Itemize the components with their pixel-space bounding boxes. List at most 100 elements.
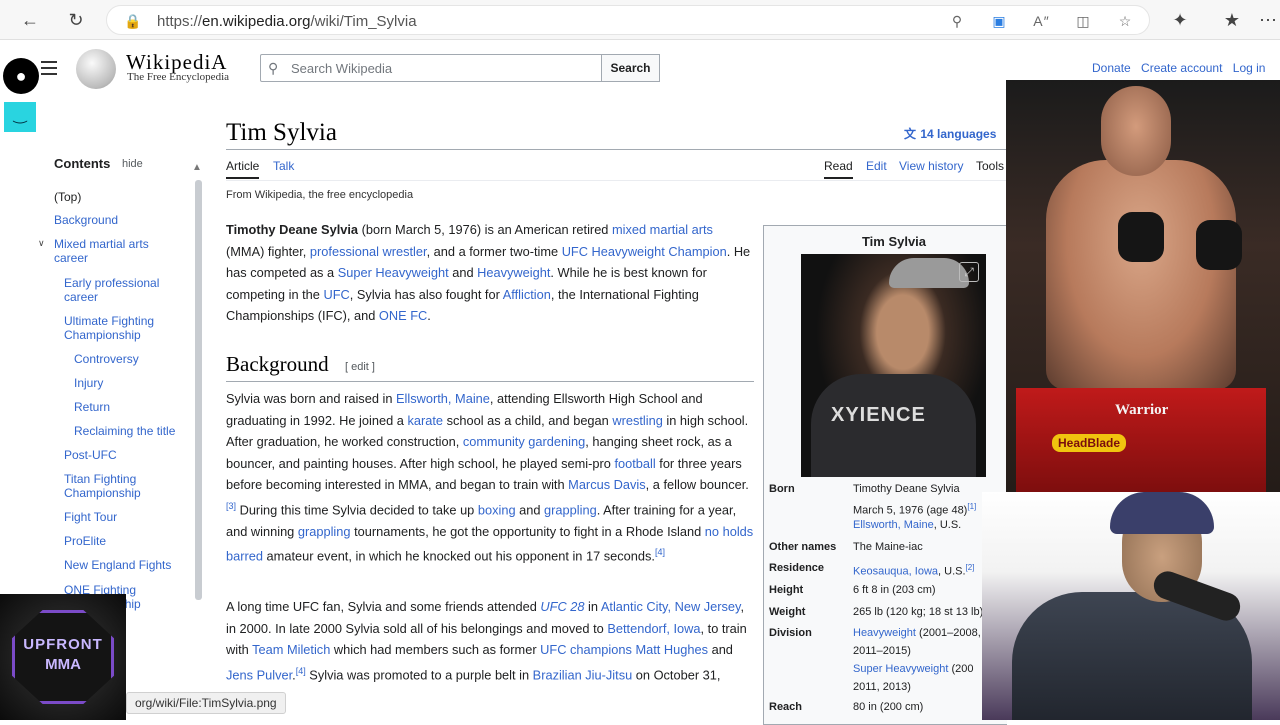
back-icon[interactable]: ←	[18, 8, 42, 32]
hoodie-print: XYIENCE	[831, 404, 926, 426]
tools-menu[interactable]: Tools	[976, 159, 1004, 173]
link[interactable]: Super Heavyweight	[338, 265, 449, 280]
toc-item[interactable]: Return	[74, 400, 110, 414]
toc-item[interactable]: Injury	[74, 376, 103, 390]
link[interactable]: UFC 28	[540, 599, 584, 614]
cap-shape	[889, 258, 969, 288]
lightbulb-icon: ●	[3, 58, 39, 94]
toc-item[interactable]: New England Fights	[64, 558, 171, 572]
toc-item[interactable]: Post-UFC	[64, 448, 117, 462]
other-names-label: Other names	[769, 541, 837, 553]
born-label: Born	[769, 483, 795, 495]
link[interactable]: Marcus Davis	[568, 477, 646, 492]
link[interactable]: Ellsworth, Maine	[396, 391, 490, 406]
link[interactable]: UFC	[323, 287, 349, 302]
wikipedia-logo-icon[interactable]	[76, 49, 116, 89]
link[interactable]: Atlantic City, New Jersey	[601, 599, 741, 614]
main-menu-icon[interactable]	[41, 61, 57, 75]
weight-label: Weight	[769, 606, 806, 618]
toc-item[interactable]: Mixed martial arts career	[54, 237, 164, 265]
tab-article[interactable]: Article	[226, 159, 260, 179]
tab-edit[interactable]: Edit	[866, 159, 887, 173]
toc-item[interactable]: Reclaiming the title	[74, 424, 175, 438]
zoom-icon[interactable]: ⚲	[947, 11, 967, 31]
tab-read[interactable]: Read	[824, 159, 853, 179]
read-aloud-icon[interactable]: A ″	[1031, 11, 1051, 31]
lead-paragraph: Timothy Deane Sylvia (born March 5, 1976…	[226, 222, 751, 324]
lock-icon[interactable]: 🔒	[123, 11, 143, 31]
link[interactable]: grappling	[298, 524, 351, 539]
link[interactable]: professional wrestler	[310, 244, 427, 259]
link[interactable]: football	[614, 456, 655, 471]
donate-link[interactable]: Donate	[1092, 61, 1131, 75]
scroll-up-icon[interactable]: ▲	[192, 162, 202, 173]
toc-item[interactable]: Titan Fighting Championship	[64, 472, 164, 500]
toc-item[interactable]: Controversy	[74, 352, 139, 366]
link[interactable]: grappling	[544, 502, 597, 517]
chevron-down-icon[interactable]: ∨	[38, 238, 45, 249]
tabs-divider	[226, 180, 1006, 181]
reach-value: 80 in (200 cm)	[853, 701, 924, 713]
login-link[interactable]: Log in	[1233, 61, 1266, 75]
tab-talk[interactable]: Talk	[273, 159, 294, 173]
logo-text-1: UPFRONT	[23, 636, 103, 653]
tab-view-history[interactable]: View history	[899, 159, 963, 173]
search-input[interactable]: Search Wikipedia	[260, 54, 602, 82]
languages-button[interactable]: 文 14 languages	[904, 125, 996, 142]
toc-item[interactable]: Early professional career	[64, 276, 174, 304]
link[interactable]: community gardening	[463, 434, 585, 449]
toc-item[interactable]: (Top)	[54, 190, 81, 204]
toc-hide-button[interactable]: hide	[122, 158, 143, 170]
link[interactable]: Heavyweight	[477, 265, 550, 280]
toc-item[interactable]: Ultimate Fighting Championship	[64, 314, 174, 342]
reload-icon[interactable]: ↻	[64, 8, 88, 32]
toc-item[interactable]: Background	[54, 213, 118, 227]
sponsor-logo: HeadBlade	[1052, 434, 1127, 452]
favorite-star-icon[interactable]: ☆	[1115, 11, 1135, 31]
link[interactable]: UFC champions	[540, 642, 632, 657]
search-button[interactable]: Search	[601, 54, 660, 82]
languages-label: 14 languages	[920, 127, 997, 141]
toc-item[interactable]: Fight Tour	[64, 510, 117, 524]
extensions-icon[interactable]: ✦	[1168, 8, 1192, 32]
app-available-icon[interactable]: ▣	[989, 11, 1009, 31]
link[interactable]: Bettendorf, Iowa	[607, 621, 700, 636]
link[interactable]: Jens Pulver	[226, 667, 292, 682]
status-bar-url: org/wiki/File:TimSylvia.png	[126, 692, 286, 714]
link[interactable]: Matt Hughes	[635, 642, 708, 657]
streamer-hat	[1110, 492, 1214, 534]
link[interactable]: wrestling	[612, 413, 663, 428]
toc-scrollbar[interactable]	[195, 180, 202, 600]
favorites-icon[interactable]: ★	[1220, 8, 1244, 32]
link[interactable]: boxing	[478, 502, 516, 517]
link[interactable]: mixed martial arts	[612, 222, 713, 237]
logo-text-2: MMA	[45, 656, 81, 673]
address-bar[interactable]: 🔒 https://en.wikipedia.org/wiki/Tim_Sylv…	[106, 5, 1150, 35]
more-icon[interactable]: ⋯	[1256, 8, 1280, 32]
smile-icon: ‿	[4, 102, 36, 132]
search-placeholder: Search Wikipedia	[291, 61, 393, 76]
link[interactable]: ONE FC	[379, 308, 427, 323]
url-text: https://en.wikipedia.org/wiki/Tim_Sylvia	[157, 13, 417, 30]
infobox-photo[interactable]: XYIENCE ⤢	[801, 254, 986, 477]
browser-toolbar: ← ↻ 🔒 https://en.wikipedia.org/wiki/Tim_…	[0, 0, 1280, 40]
toc-item[interactable]: ProElite	[64, 534, 106, 548]
born-place: Ellsworth, Maine, U.S.	[853, 519, 962, 531]
link[interactable]: Brazilian Jiu-Jitsu	[533, 667, 633, 682]
height-label: Height	[769, 584, 804, 596]
create-account-link[interactable]: Create account	[1141, 61, 1222, 75]
split-screen-icon[interactable]: ◫	[1073, 11, 1093, 31]
division-value-2: Super Heavyweight (200	[853, 663, 974, 675]
link[interactable]: karate	[407, 413, 443, 428]
residence-label: Residence	[769, 562, 825, 574]
right-glove	[1196, 220, 1242, 270]
link[interactable]: UFC Heavyweight Champion	[562, 244, 727, 259]
born-name: Timothy Deane Sylvia	[853, 483, 960, 495]
expand-icon[interactable]: ⤢	[959, 262, 979, 282]
upfront-mma-logo: UPFRONT MMA	[0, 594, 126, 720]
section-heading-background: Background	[226, 352, 329, 376]
section-edit-link[interactable]: [ edit ]	[345, 361, 375, 373]
link[interactable]: Team Miletich	[252, 642, 330, 657]
weight-value: 265 lb (120 kg; 18 st 13 lb)	[853, 606, 984, 618]
link[interactable]: Affliction	[503, 287, 551, 302]
